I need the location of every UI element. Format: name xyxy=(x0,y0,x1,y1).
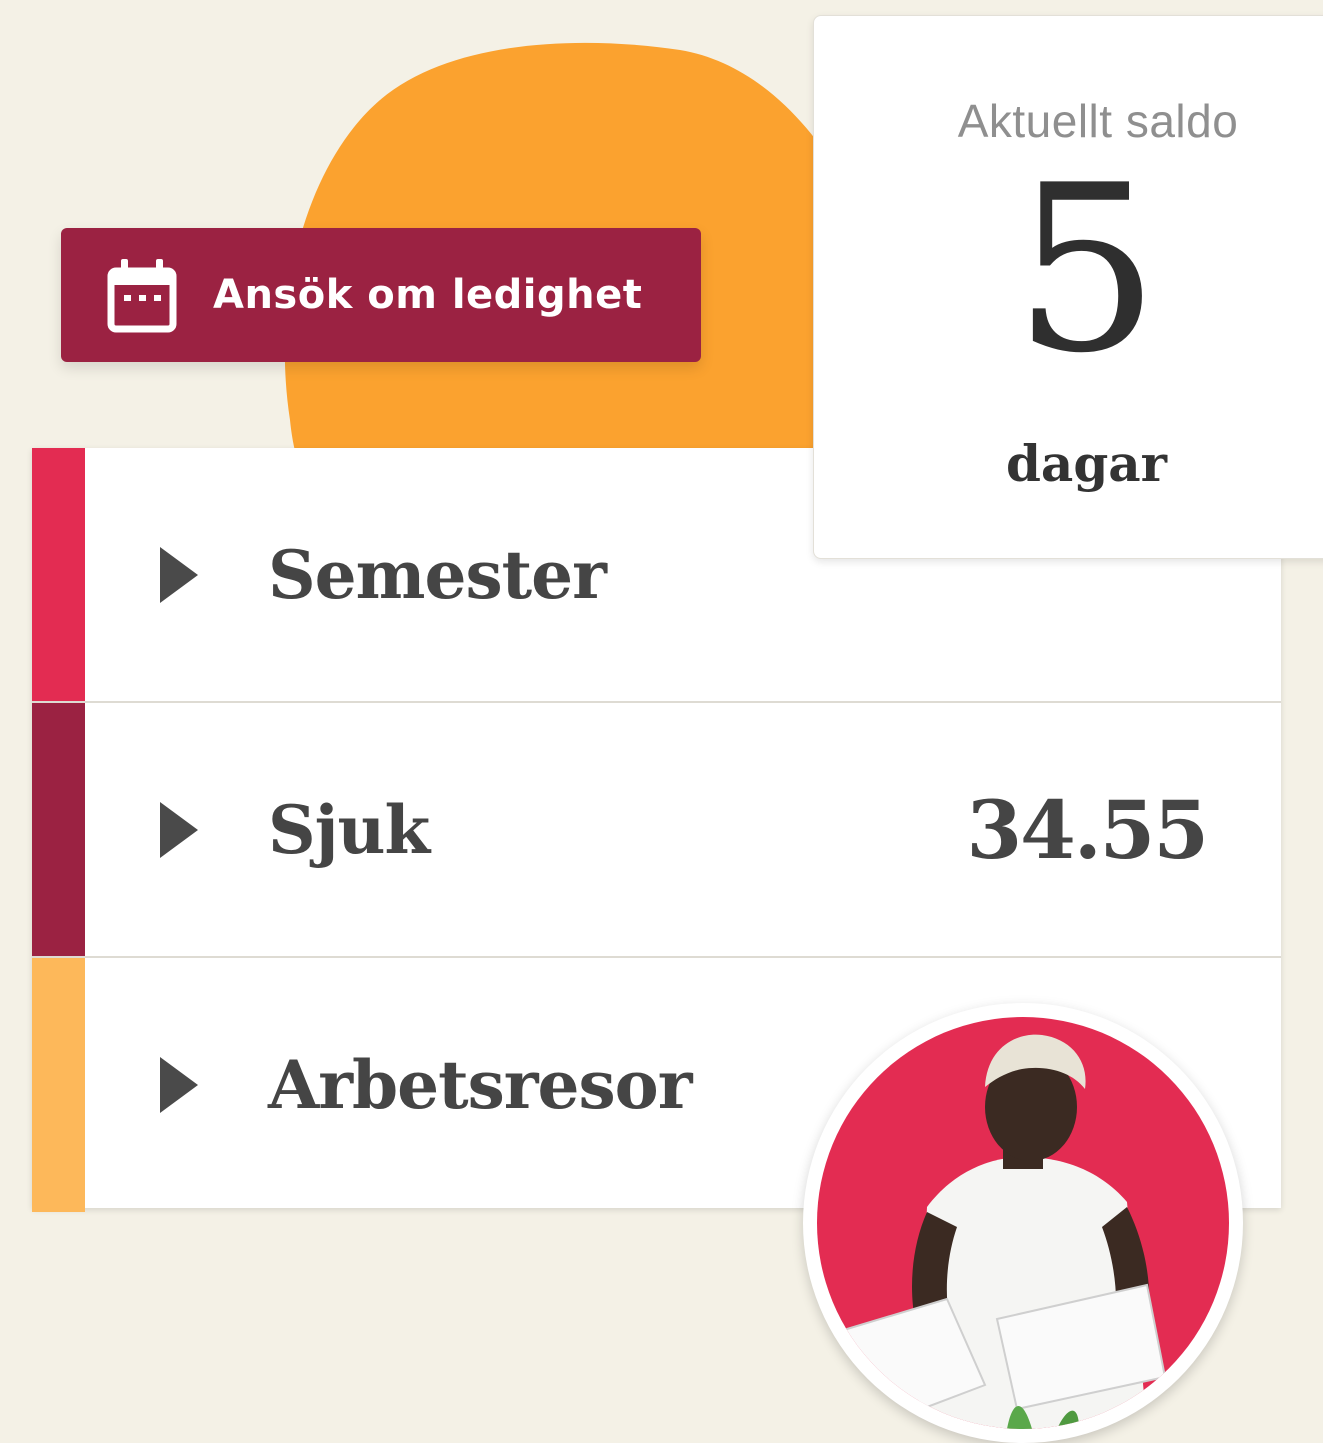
color-bar xyxy=(32,958,85,1212)
apply-leave-label: Ansök om ledighet xyxy=(213,272,643,318)
leave-type-value: 34.55 xyxy=(966,782,1209,877)
balance-card: Aktuellt saldo 5 dagar xyxy=(813,15,1323,559)
leave-type-name: Sjuk xyxy=(268,790,430,869)
apply-leave-button[interactable]: Ansök om ledighet xyxy=(61,228,701,362)
leave-type-name: Semester xyxy=(268,535,607,614)
color-bar xyxy=(32,703,85,956)
triangle-right-icon[interactable] xyxy=(160,801,198,858)
color-bar xyxy=(32,448,85,701)
leave-row-sjuk[interactable]: Sjuk 34.55 xyxy=(32,703,1281,958)
person-reading-illustration xyxy=(817,1017,1229,1429)
balance-value: 5 xyxy=(1013,137,1160,404)
triangle-right-icon[interactable] xyxy=(160,546,198,603)
leave-type-name: Arbetsresor xyxy=(268,1046,692,1124)
triangle-right-icon[interactable] xyxy=(160,1057,198,1113)
balance-unit: dagar xyxy=(1005,434,1168,493)
avatar xyxy=(803,1003,1243,1443)
calendar-icon xyxy=(107,259,177,333)
